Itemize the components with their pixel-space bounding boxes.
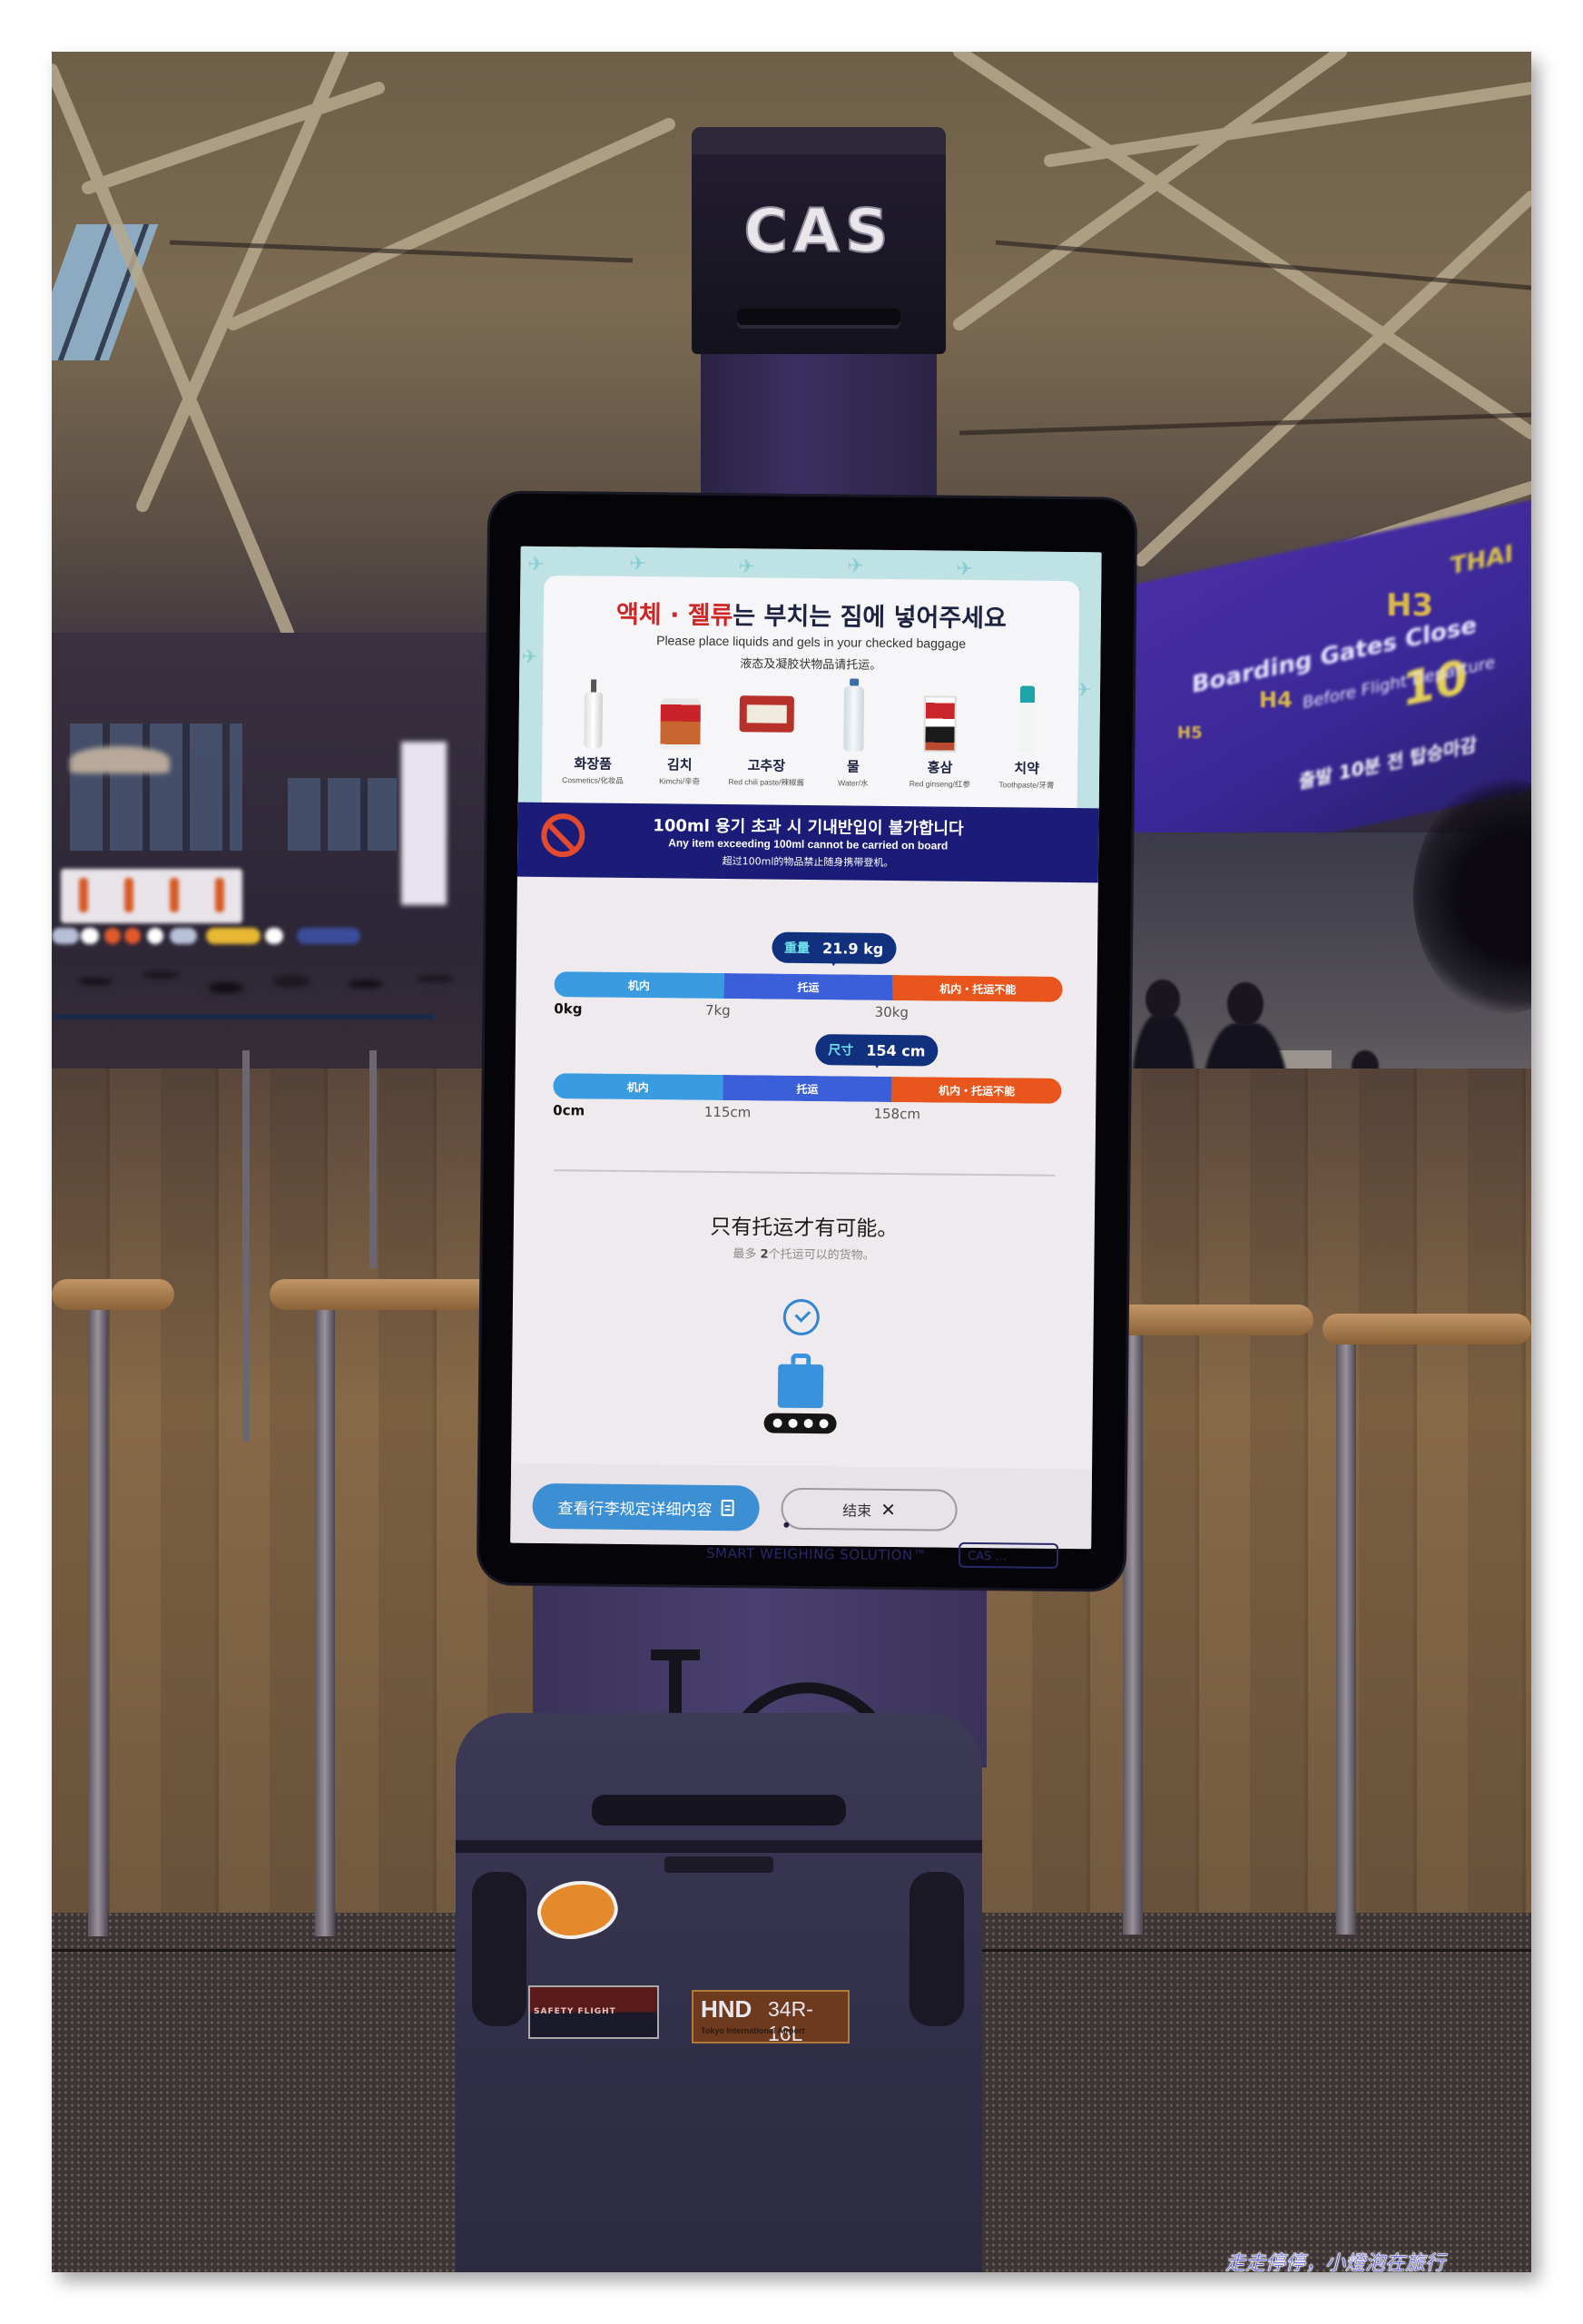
- queue-stanchion: [369, 1050, 377, 1268]
- liquids-notice: ✈ ✈ ✈ ✈ ✈ ✈ ✈ ✈ 액체 · 젤류는 부치는 짐에 넣어주세요 Pl…: [517, 546, 1102, 809]
- airplane-pattern-icon: ✈: [847, 555, 865, 578]
- receipt-slot: [737, 309, 900, 329]
- weight-segment-not-allowed: 机内・托运不能: [892, 974, 1063, 1002]
- suitcase-zipper: [456, 1840, 982, 1853]
- liquid-items-list: 화장품 Cosmetics/化妆品 김치 Kimchi/辛奇 고추장 Red c…: [551, 675, 1069, 808]
- suitcase-icon: [777, 1353, 824, 1411]
- size-bar: 机内 托运 机内・托运不能: [553, 1073, 1062, 1104]
- airplane-pattern-icon: ✈: [521, 645, 538, 669]
- weight-segment-cabin: 机内: [554, 971, 724, 1000]
- kiosk-handle: [651, 1649, 700, 1660]
- flight-info-display: [401, 742, 447, 905]
- suitcase-lock: [664, 1856, 773, 1873]
- airplane-pattern-icon: ✈: [956, 557, 974, 581]
- red-ginseng-box-icon: [923, 695, 958, 753]
- liquid-item: 치약 Toothpaste/牙膏: [985, 680, 1069, 808]
- tiger-sticker: [531, 1871, 624, 1948]
- close-icon: ✕: [880, 1498, 897, 1521]
- kiosk-header: CAS: [692, 127, 946, 354]
- weight-segment-checked: 托运: [723, 973, 894, 1000]
- document-icon: [721, 1500, 734, 1517]
- rail-post: [88, 1310, 108, 1936]
- water-bottle-icon: [843, 685, 864, 752]
- size-tick: 0cm: [553, 1102, 585, 1119]
- liquid-item: 물 Water/水: [811, 678, 896, 806]
- weight-tick: 7kg: [704, 1001, 731, 1019]
- hall-window: [288, 778, 397, 851]
- screen-footer: 查看行李规定详细内容 结束 ✕: [510, 1462, 1093, 1550]
- airplane-pattern-icon: ✈: [527, 553, 546, 576]
- camera-lens: [783, 1521, 790, 1528]
- kiosk-screen: ✈ ✈ ✈ ✈ ✈ ✈ ✈ ✈ 액체 · 젤류는 부치는 짐에 넣어주세요 Pl…: [510, 546, 1102, 1550]
- notice-title-zh: 液态及凝胶状物品请托运。: [740, 657, 882, 673]
- gate-number: H5: [1177, 724, 1203, 743]
- size-tick: 115cm: [703, 1103, 752, 1121]
- bezel-brand-text: SMART WEIGHING SOLUTION™: [705, 1544, 928, 1564]
- notice-title: 액체 · 젤류는 부치는 짐에 넣어주세요: [615, 600, 1007, 634]
- weight-bar: 机内 托运 机内・托运不能: [554, 971, 1063, 1002]
- prohibited-icon: [541, 812, 585, 858]
- liquid-item: 김치 Kimchi/辛奇: [637, 676, 722, 804]
- crowd: [52, 905, 487, 1032]
- divider: [554, 1169, 1056, 1177]
- handrail: [1322, 1314, 1531, 1344]
- hnd-runway-sticker: HND 34R-16L Tokyo International Airport: [692, 1990, 850, 2045]
- hall-window: [70, 724, 242, 851]
- gate-number: H4: [1259, 687, 1293, 713]
- gate-number: H3: [1386, 587, 1434, 624]
- airplane-pattern-icon: ✈: [738, 556, 756, 579]
- weight-value: 21.9 kg: [822, 939, 884, 958]
- rail-post: [1123, 1335, 1143, 1935]
- handrail: [52, 1279, 174, 1310]
- watermark: 走走停停，小燈泡在旅行: [1225, 2252, 1446, 2272]
- safety-flight-sticker: SAFETY FLIGHT: [528, 1985, 659, 2039]
- notice-title-en: Please place liquids and gels in your ch…: [656, 633, 967, 651]
- result-subtitle: 最多 2个托运可以的货物。: [733, 1247, 875, 1263]
- size-segment-checked: 托运: [722, 1075, 892, 1102]
- bezel-badge: CAS ...: [958, 1541, 1059, 1569]
- suitcase-handle: [592, 1795, 846, 1826]
- carry-on-warning-banner: 100ml 용기 초과 시 기내반입이 불가합니다 Any item excee…: [516, 802, 1099, 883]
- size-value: 154 cm: [866, 1041, 926, 1059]
- cas-logo: CAS: [742, 196, 894, 266]
- size-readout-bubble: 尺寸 154 cm: [815, 1034, 939, 1067]
- airplane-pattern-icon: ✈: [629, 552, 647, 576]
- weight-readout-bubble: 重量 21.9 kg: [771, 931, 897, 965]
- liquid-item: 홍삼 Red ginseng/红参: [898, 679, 982, 807]
- size-segment-cabin: 机内: [553, 1073, 723, 1101]
- weight-tick: 0kg: [554, 1000, 583, 1018]
- liquid-item: 고추장 Red chili paste/辣椒酱: [724, 677, 809, 805]
- size-segment-not-allowed: 机内・托运不能: [891, 1076, 1062, 1104]
- end-button[interactable]: 结束 ✕: [781, 1487, 958, 1531]
- traveler-head: [1145, 980, 1180, 1019]
- rail-post: [315, 1310, 335, 1936]
- kiosk-monitor: ✈ ✈ ✈ ✈ ✈ ✈ ✈ ✈ 액체 · 젤류는 부치는 짐에 넣어주세요 Pl…: [478, 493, 1136, 1590]
- traveler-head: [1227, 982, 1263, 1026]
- weight-tick: 30kg: [874, 1003, 909, 1021]
- conveyor-belt-icon: [763, 1413, 837, 1434]
- handrail: [270, 1279, 497, 1310]
- weight-gauge: 重量 21.9 kg 机内 托运 机内・托运不能 0kg 7kg 30kg: [554, 928, 1063, 1020]
- chili-paste-tub-icon: [739, 695, 795, 733]
- kimchi-jar-icon: [659, 698, 701, 750]
- notice-card: 액체 · 젤류는 부치는 짐에 넣어주세요 Please place liqui…: [541, 575, 1080, 809]
- liquid-item: 화장품 Cosmetics/化妆品: [551, 675, 635, 803]
- suitcase: SAFETY FLIGHT HND 34R-16L Tokyo Internat…: [456, 1713, 982, 2272]
- queue-belt: [52, 1014, 433, 1019]
- photo: THAI Boarding Gates Close 10 Before Flig…: [52, 52, 1531, 2272]
- check-circle-icon: [782, 1298, 821, 1336]
- view-baggage-rules-button[interactable]: 查看行李规定详细内容: [532, 1482, 760, 1531]
- cosmetics-bottle-icon: [584, 692, 604, 749]
- toothpaste-tube-icon: [1019, 685, 1036, 753]
- size-tick: 158cm: [873, 1105, 921, 1123]
- queue-stanchion: [242, 1050, 250, 1441]
- result-title: 只有托运才有可能。: [710, 1215, 899, 1242]
- size-gauge: 尺寸 154 cm 机内 托运 机内・托运不能 0cm 115cm 158cm: [553, 1029, 1062, 1122]
- bird-sculpture: [70, 746, 170, 773]
- rail-post: [1336, 1344, 1356, 1935]
